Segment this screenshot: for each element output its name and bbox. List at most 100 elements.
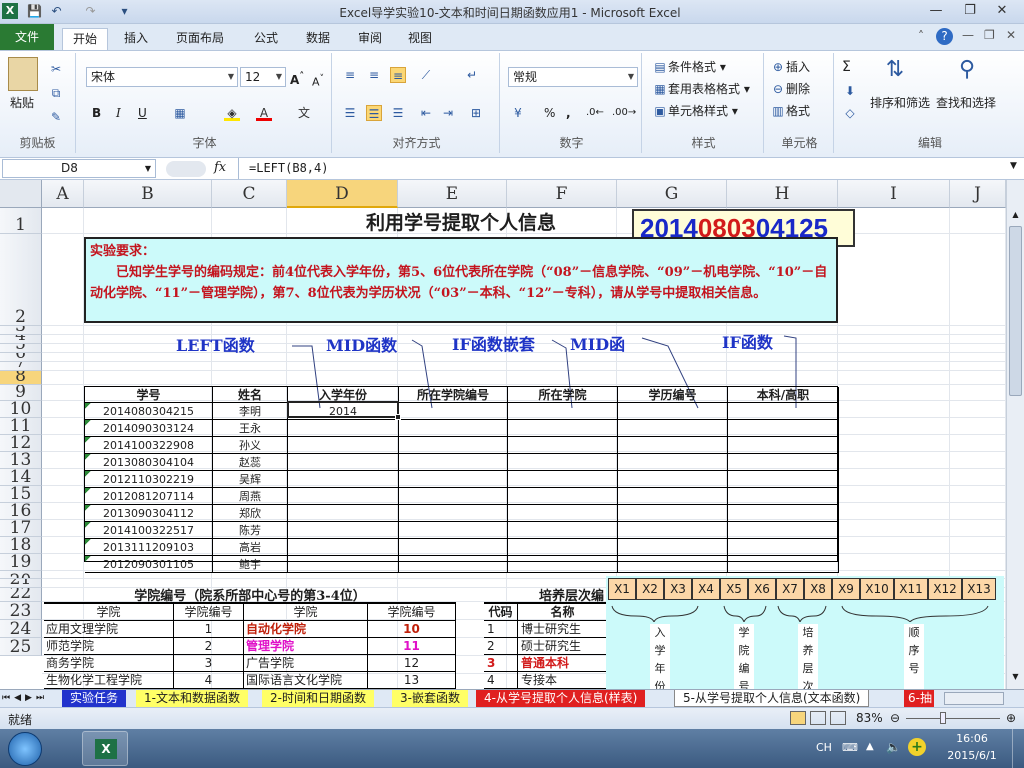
- row-header-20[interactable]: 20: [0, 571, 42, 579]
- page-break-view-icon[interactable]: [830, 711, 846, 725]
- student-cell-5-4[interactable]: [508, 488, 618, 505]
- decrease-decimal-button[interactable]: .00→: [612, 105, 636, 121]
- tray-expand-icon[interactable]: ▲: [866, 741, 874, 752]
- student-cell-4-0[interactable]: 2012110302219: [85, 471, 213, 488]
- fill-handle[interactable]: [395, 414, 401, 420]
- student-cell-0-4[interactable]: [508, 403, 618, 420]
- student-cell-4-2[interactable]: [288, 471, 399, 488]
- italic-button[interactable]: I: [116, 105, 121, 121]
- zoom-out-icon[interactable]: ⊖: [890, 711, 900, 725]
- input-language[interactable]: CH: [816, 741, 832, 754]
- level-cell-3-0[interactable]: 4: [484, 672, 518, 689]
- normal-view-icon[interactable]: [790, 711, 806, 725]
- sort-filter-icon[interactable]: ⇅: [880, 57, 910, 87]
- volume-icon[interactable]: 🔈: [886, 740, 901, 754]
- student-cell-3-4[interactable]: [508, 454, 618, 471]
- save-icon[interactable]: 💾: [26, 3, 43, 20]
- student-cell-3-1[interactable]: 赵蕊: [213, 454, 288, 471]
- borders-icon[interactable]: ▦: [172, 105, 188, 121]
- student-cell-1-6[interactable]: [728, 420, 839, 437]
- student-cell-6-2[interactable]: [288, 505, 399, 522]
- college-cell-2-0[interactable]: 商务学院: [44, 655, 174, 672]
- student-cell-9-5[interactable]: [618, 556, 728, 573]
- student-cell-9-6[interactable]: [728, 556, 839, 573]
- student-cell-9-1[interactable]: 鲍宇: [213, 556, 288, 573]
- student-cell-4-3[interactable]: [399, 471, 508, 488]
- active-cell-d8[interactable]: [287, 401, 399, 418]
- row-header-16[interactable]: 16: [0, 503, 42, 520]
- college-cell-2-1[interactable]: 3: [174, 655, 244, 672]
- student-cell-6-1[interactable]: 郑欣: [213, 505, 288, 522]
- conditional-format-button[interactable]: ▤ 条件格式 ▾: [652, 59, 726, 75]
- taskbar-excel-button[interactable]: X: [82, 731, 128, 766]
- worksheet-grid[interactable]: ABCDEFGHIJ 12345678910111213141516171819…: [0, 180, 1024, 689]
- font-name-combo[interactable]: 宋体 ▼: [86, 67, 238, 87]
- student-cell-1-5[interactable]: [618, 420, 728, 437]
- redo-icon[interactable]: ↷: [82, 3, 99, 20]
- shrink-font-button[interactable]: A˅: [312, 71, 324, 91]
- student-cell-0-1[interactable]: 李明: [213, 403, 288, 420]
- sheet-tab-4[interactable]: 4-从学号提取个人信息(样表): [476, 690, 646, 707]
- college-cell-0-3[interactable]: 10: [368, 621, 456, 638]
- level-cell-1-0[interactable]: 2: [484, 638, 518, 655]
- college-cell-1-2[interactable]: 管理学院: [244, 638, 368, 655]
- zoom-slider[interactable]: [906, 718, 1000, 719]
- keyboard-icon[interactable]: ⌨: [842, 741, 858, 754]
- row-header-15[interactable]: 15: [0, 486, 42, 503]
- row-header-14[interactable]: 14: [0, 469, 42, 486]
- close-button[interactable]: ✕: [988, 2, 1016, 20]
- student-cell-6-3[interactable]: [399, 505, 508, 522]
- student-cell-5-0[interactable]: 2012081207114: [85, 488, 213, 505]
- zoom-level[interactable]: 83%: [856, 711, 883, 725]
- increase-decimal-button[interactable]: .0←: [586, 105, 604, 121]
- student-cell-2-1[interactable]: 孙义: [213, 437, 288, 454]
- tab-home[interactable]: 开始: [62, 28, 109, 50]
- number-format-combo[interactable]: 常规 ▼: [508, 67, 638, 87]
- phonetic-icon[interactable]: 文: [296, 105, 312, 121]
- student-cell-5-5[interactable]: [618, 488, 728, 505]
- vertical-scroll-thumb[interactable]: [1009, 226, 1022, 396]
- doc-minimize-icon[interactable]: —: [962, 28, 974, 42]
- student-cell-1-2[interactable]: [288, 420, 399, 437]
- student-cell-7-0[interactable]: 2014100322517: [85, 522, 213, 539]
- level-cell-0-0[interactable]: 1: [484, 621, 518, 638]
- row-header-24[interactable]: 24: [0, 620, 42, 638]
- student-cell-3-0[interactable]: 2013080304104: [85, 454, 213, 471]
- increase-indent-icon[interactable]: ⇥: [440, 105, 456, 121]
- row-header-17[interactable]: 17: [0, 520, 42, 537]
- cell-styles-button[interactable]: ▣ 单元格样式 ▾: [652, 103, 738, 119]
- wrap-text-icon[interactable]: ↵: [464, 67, 480, 83]
- student-cell-4-6[interactable]: [728, 471, 839, 488]
- expand-formula-icon[interactable]: ▼: [1010, 161, 1017, 171]
- college-cell-3-3[interactable]: 13: [368, 672, 456, 689]
- student-cell-3-3[interactable]: [399, 454, 508, 471]
- start-button-icon[interactable]: [8, 732, 42, 766]
- college-cell-2-2[interactable]: 广告学院: [244, 655, 368, 672]
- college-cell-0-0[interactable]: 应用文理学院: [44, 621, 174, 638]
- grow-font-button[interactable]: A˄: [290, 69, 304, 88]
- paste-button[interactable]: 粘贴: [10, 95, 34, 111]
- doc-close-icon[interactable]: ✕: [1006, 28, 1016, 42]
- student-cell-8-0[interactable]: 2013111209103: [85, 539, 213, 556]
- college-cell-1-1[interactable]: 2: [174, 638, 244, 655]
- student-cell-5-6[interactable]: [728, 488, 839, 505]
- student-cell-1-0[interactable]: 2014090303124: [85, 420, 213, 437]
- student-cell-4-1[interactable]: 吴辉: [213, 471, 288, 488]
- student-cell-8-3[interactable]: [399, 539, 508, 556]
- row-header-22[interactable]: 22: [0, 588, 42, 602]
- clock-time[interactable]: 16:06: [936, 732, 1008, 745]
- format-painter-icon[interactable]: ✎: [48, 109, 64, 125]
- student-cell-7-3[interactable]: [399, 522, 508, 539]
- scroll-up-icon[interactable]: ▲: [1007, 210, 1024, 224]
- student-cell-9-3[interactable]: [399, 556, 508, 573]
- doc-restore-icon[interactable]: ❐: [984, 28, 995, 42]
- student-cell-5-2[interactable]: [288, 488, 399, 505]
- font-size-combo[interactable]: 12 ▼: [240, 67, 286, 87]
- horizontal-scrollbar[interactable]: [944, 692, 1004, 705]
- student-cell-2-2[interactable]: [288, 437, 399, 454]
- cut-icon[interactable]: ✂: [48, 61, 64, 77]
- row-header-21[interactable]: 21: [0, 579, 42, 588]
- collapse-ribbon-icon[interactable]: ˄: [918, 29, 924, 43]
- student-cell-2-6[interactable]: [728, 437, 839, 454]
- student-cell-6-6[interactable]: [728, 505, 839, 522]
